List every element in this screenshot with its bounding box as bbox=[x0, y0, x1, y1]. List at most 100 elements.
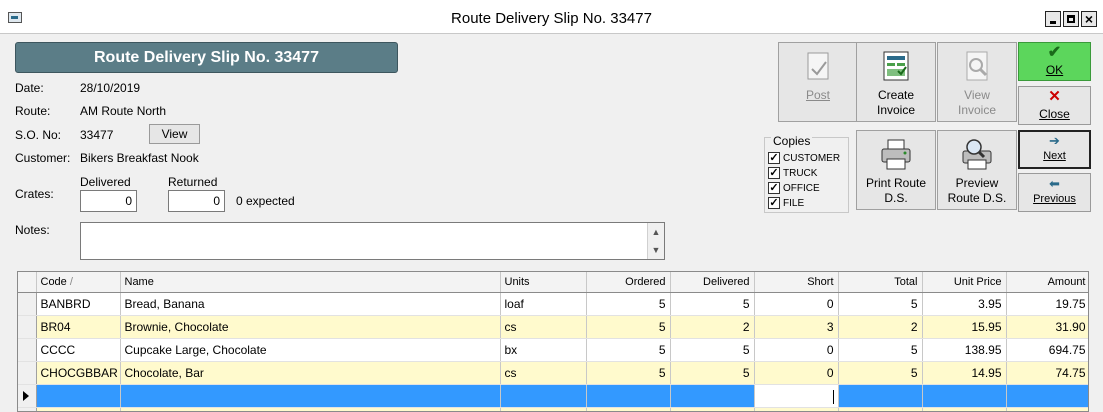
cell-ordered[interactable]: 5 bbox=[586, 315, 671, 339]
cell-name[interactable] bbox=[120, 384, 501, 408]
cell-total[interactable]: 5 bbox=[838, 292, 923, 316]
close-button[interactable]: ✕ Close bbox=[1018, 86, 1091, 125]
cell-ordered[interactable]: 5 bbox=[586, 361, 671, 385]
row-selector[interactable] bbox=[18, 361, 37, 385]
cell-amount[interactable]: 19.75 bbox=[1006, 292, 1088, 316]
cell-total[interactable]: 5 bbox=[838, 338, 923, 362]
row-selector[interactable] bbox=[18, 315, 37, 339]
minimize-button[interactable] bbox=[1045, 11, 1061, 27]
cell-name[interactable]: Bread, Banana bbox=[120, 292, 501, 316]
cell-total[interactable]: 2 bbox=[838, 315, 923, 339]
previous-arrow-icon: ⬅ bbox=[1049, 176, 1060, 191]
cell-unit-price[interactable]: 3.95 bbox=[922, 292, 1007, 316]
cell-code[interactable]: CHOCGBBAR bbox=[36, 361, 121, 385]
title-bar: Route Delivery Slip No. 33477 × bbox=[0, 0, 1103, 34]
cell-units[interactable]: bx bbox=[500, 338, 587, 362]
cell-code[interactable]: BR04 bbox=[36, 315, 121, 339]
cell-short-editor[interactable] bbox=[754, 384, 839, 408]
row-selector[interactable] bbox=[18, 338, 37, 362]
line-items-grid[interactable]: Code / Name Units Ordered Delivered Shor… bbox=[17, 271, 1089, 412]
cell-short[interactable]: 0 bbox=[754, 338, 839, 362]
cell-total[interactable] bbox=[838, 384, 923, 408]
view-invoice-button[interactable]: View Invoice bbox=[937, 42, 1017, 122]
maximize-button[interactable] bbox=[1063, 11, 1079, 27]
column-header-unit-price[interactable]: Unit Price bbox=[922, 272, 1007, 293]
customer-value: Bikers Breakfast Nook bbox=[80, 151, 199, 165]
copy-file-checkbox[interactable]: ✓ FILE bbox=[768, 197, 804, 209]
row-selector[interactable] bbox=[18, 292, 37, 316]
close-window-button[interactable]: × bbox=[1081, 11, 1097, 27]
cell-delivered[interactable]: 5 bbox=[670, 292, 755, 316]
column-header-total[interactable]: Total bbox=[838, 272, 923, 293]
cell-amount[interactable]: 31.90 bbox=[1006, 315, 1088, 339]
cell-units[interactable]: cs bbox=[500, 315, 587, 339]
cell-amount[interactable]: 74.75 bbox=[1006, 361, 1088, 385]
cell-amount[interactable]: 694.75 bbox=[1006, 338, 1088, 362]
column-header-delivered[interactable]: Delivered bbox=[670, 272, 755, 293]
cell-delivered[interactable]: 2 bbox=[670, 315, 755, 339]
post-button[interactable]: Post bbox=[778, 42, 858, 122]
next-button[interactable]: ➔ Next bbox=[1018, 130, 1091, 169]
scroll-up-icon[interactable]: ▲ bbox=[648, 223, 664, 241]
cell-code[interactable]: CCCC bbox=[36, 338, 121, 362]
cell-unit-price[interactable]: 14.95 bbox=[922, 361, 1007, 385]
cell-ordered[interactable]: 5 bbox=[586, 292, 671, 316]
cell-total[interactable]: 5 bbox=[838, 361, 923, 385]
cell-code[interactable]: BANBRD bbox=[36, 292, 121, 316]
row-selector[interactable] bbox=[18, 384, 37, 408]
table-row[interactable]: BR04 Brownie, Chocolate cs 5 2 3 2 15.95… bbox=[18, 315, 1088, 339]
print-route-button[interactable]: Print Route D.S. bbox=[856, 130, 936, 210]
view-so-button[interactable]: View bbox=[149, 124, 200, 144]
column-header-ordered[interactable]: Ordered bbox=[586, 272, 671, 293]
cell-units[interactable]: cs bbox=[500, 361, 587, 385]
cell-ordered[interactable] bbox=[586, 384, 671, 408]
table-row[interactable]: CHOCGBBAR Chocolate, Bar cs 5 5 0 5 14.9… bbox=[18, 361, 1088, 385]
cell-units[interactable] bbox=[500, 384, 587, 408]
cell-unit-price[interactable]: 138.95 bbox=[922, 338, 1007, 362]
returned-crates-input[interactable]: 0 bbox=[168, 190, 225, 212]
delivered-crates-label: Delivered bbox=[80, 175, 131, 189]
column-header-code[interactable]: Code / bbox=[36, 272, 121, 293]
cell-delivered[interactable]: 5 bbox=[670, 361, 755, 385]
column-header-amount[interactable]: Amount bbox=[1006, 272, 1088, 293]
copy-office-checkbox[interactable]: ✓ OFFICE bbox=[768, 182, 820, 194]
cell-name[interactable]: Cupcake Large, Chocolate bbox=[120, 338, 501, 362]
cell-amount[interactable] bbox=[1006, 384, 1088, 408]
column-header-units[interactable]: Units bbox=[500, 272, 587, 293]
copy-customer-checkbox[interactable]: ✓ CUSTOMER bbox=[768, 152, 840, 164]
scroll-down-icon[interactable]: ▼ bbox=[648, 241, 664, 259]
create-invoice-button[interactable]: Create Invoice bbox=[856, 42, 936, 122]
notes-scrollbar[interactable]: ▲ ▼ bbox=[647, 223, 664, 259]
cell-short[interactable]: 0 bbox=[754, 292, 839, 316]
column-header-short[interactable]: Short bbox=[754, 272, 839, 293]
row-selector[interactable] bbox=[18, 407, 37, 411]
cell-delivered[interactable]: 5 bbox=[670, 338, 755, 362]
previous-button[interactable]: ⬅ Previous bbox=[1018, 173, 1091, 212]
preview-route-button[interactable]: Preview Route D.S. bbox=[937, 130, 1017, 210]
table-row[interactable]: BANBRD Bread, Banana loaf 5 5 0 5 3.95 1… bbox=[18, 292, 1088, 316]
cell-name[interactable]: Brownie, Chocolate bbox=[120, 315, 501, 339]
print-route-label-1: Print Route bbox=[865, 176, 927, 190]
cell-unit-price[interactable] bbox=[922, 384, 1007, 408]
cell-units[interactable]: loaf bbox=[500, 292, 587, 316]
table-row[interactable] bbox=[18, 407, 1088, 411]
cell-delivered[interactable] bbox=[670, 384, 755, 408]
delivered-crates-input[interactable]: 0 bbox=[80, 190, 137, 212]
cell-code[interactable] bbox=[36, 384, 121, 408]
column-header-name[interactable]: Name bbox=[120, 272, 501, 293]
notes-textarea[interactable]: ▲ ▼ bbox=[80, 222, 665, 260]
cell-name[interactable]: Chocolate, Bar bbox=[120, 361, 501, 385]
next-arrow-icon: ➔ bbox=[1049, 133, 1060, 148]
cell-short[interactable]: 3 bbox=[754, 315, 839, 339]
copy-office-label: OFFICE bbox=[783, 182, 820, 194]
new-row[interactable] bbox=[18, 384, 1088, 408]
cell-unit-price[interactable]: 15.95 bbox=[922, 315, 1007, 339]
table-row[interactable]: CCCC Cupcake Large, Chocolate bx 5 5 0 5… bbox=[18, 338, 1088, 362]
cell-ordered[interactable]: 5 bbox=[586, 338, 671, 362]
copy-truck-checkbox[interactable]: ✓ TRUCK bbox=[768, 167, 817, 179]
so-label: S.O. No: bbox=[15, 128, 62, 142]
checkbox-checked-icon: ✓ bbox=[768, 152, 780, 164]
ok-button[interactable]: ✔ OK bbox=[1018, 42, 1091, 81]
close-x-icon: ✕ bbox=[1048, 88, 1061, 105]
cell-short[interactable]: 0 bbox=[754, 361, 839, 385]
